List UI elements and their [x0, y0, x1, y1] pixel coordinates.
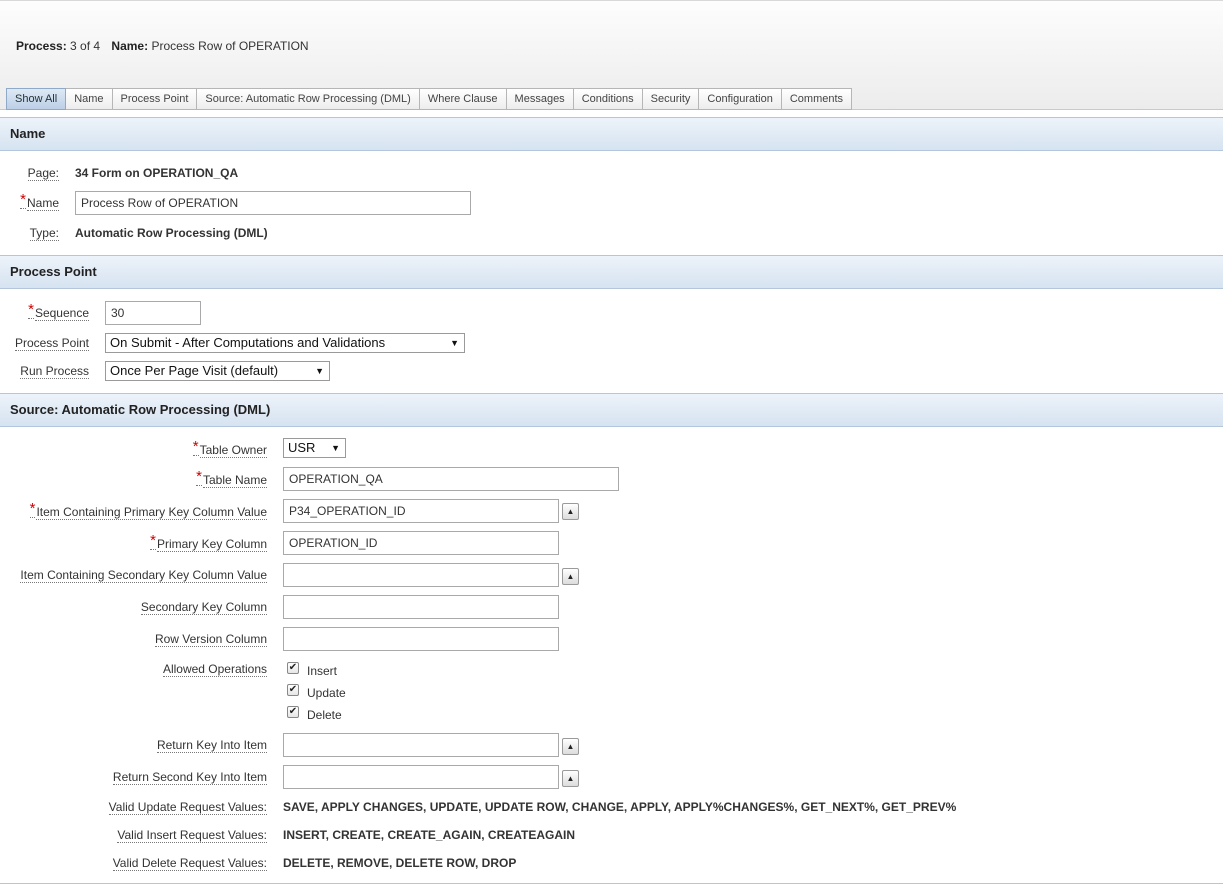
return-key-label: Return Key Into Item — [156, 738, 267, 753]
up-chevron-icon: ▲ — [566, 742, 575, 751]
valid-delete-value: DELETE, REMOVE, DELETE ROW, DROP — [283, 856, 517, 870]
top-area: Process: 3 of 4 Name: Process Row of OPE… — [0, 0, 1223, 110]
process-name-value: Process Row of OPERATION — [151, 39, 309, 53]
update-checkbox-label: Update — [307, 686, 346, 700]
tab-messages[interactable]: Messages — [506, 88, 574, 110]
run-process-label: Run Process — [20, 364, 89, 379]
update-checkbox[interactable]: ✔ — [287, 684, 299, 696]
name-input[interactable]: Process Row of OPERATION — [75, 191, 471, 215]
run-process-select[interactable]: Once Per Page Visit (default) ▼ — [105, 361, 330, 381]
table-name-input[interactable]: OPERATION_QA — [283, 467, 619, 491]
tab-show-all[interactable]: Show All — [6, 88, 67, 110]
type-value: Automatic Row Processing (DML) — [75, 226, 268, 240]
name-label: *Name — [20, 191, 59, 211]
type-label: Type: — [29, 226, 59, 241]
insert-checkbox[interactable]: ✔ — [287, 662, 299, 674]
valid-insert-label: Valid Insert Request Values: — [117, 828, 267, 843]
source-section-header: Source: Automatic Row Processing (DML) — [0, 393, 1223, 427]
up-chevron-icon: ▲ — [566, 572, 575, 581]
tab-source[interactable]: Source: Automatic Row Processing (DML) — [197, 88, 420, 110]
sk-item-input[interactable] — [283, 563, 559, 587]
process-point-label: Process Point — [14, 336, 89, 351]
return-key-popup-button[interactable]: ▲ — [562, 738, 579, 755]
required-asterisk-icon: * — [20, 191, 26, 209]
process-info: Process: 3 of 4 Name: Process Row of OPE… — [16, 39, 309, 53]
pk-item-popup-button[interactable]: ▲ — [562, 503, 579, 520]
tab-security[interactable]: Security — [642, 88, 700, 110]
row-version-label: Row Version Column — [154, 632, 267, 647]
return-second-key-label: Return Second Key Into Item — [112, 770, 267, 785]
tab-process-point[interactable]: Process Point — [112, 88, 198, 110]
sequence-input[interactable]: 30 — [105, 301, 201, 325]
check-icon: ✔ — [288, 662, 298, 673]
required-asterisk-icon: * — [150, 532, 156, 550]
table-owner-select[interactable]: USR ▼ — [283, 438, 346, 458]
return-second-key-popup-button[interactable]: ▲ — [562, 770, 579, 787]
sk-item-popup-button[interactable]: ▲ — [562, 568, 579, 585]
page-label: Page: — [27, 166, 59, 181]
up-chevron-icon: ▲ — [566, 507, 575, 516]
pk-column-input[interactable]: OPERATION_ID — [283, 531, 559, 555]
check-icon: ✔ — [288, 684, 298, 695]
triangle-down-icon: ▼ — [331, 443, 340, 453]
insert-checkbox-label: Insert — [307, 664, 338, 678]
tab-where-clause[interactable]: Where Clause — [419, 88, 507, 110]
name-section-header: Name — [0, 117, 1223, 151]
process-name-label: Name: — [111, 39, 149, 53]
allowed-operations-label: Allowed Operations — [162, 662, 267, 677]
delete-checkbox[interactable]: ✔ — [287, 706, 299, 718]
sk-column-input[interactable] — [283, 595, 559, 619]
return-key-input[interactable] — [283, 733, 559, 757]
up-chevron-icon: ▲ — [566, 774, 575, 783]
tab-conditions[interactable]: Conditions — [573, 88, 643, 110]
required-asterisk-icon: * — [196, 468, 202, 486]
bottom-divider — [0, 883, 1223, 884]
table-name-label: *Table Name — [196, 468, 267, 488]
sk-column-label: Secondary Key Column — [140, 600, 267, 615]
delete-checkbox-label: Delete — [307, 708, 342, 722]
table-owner-label: *Table Owner — [192, 438, 267, 458]
return-second-key-input[interactable] — [283, 765, 559, 789]
process-point-select-value: On Submit - After Computations and Valid… — [110, 335, 386, 350]
process-point-section-header: Process Point — [0, 255, 1223, 289]
tab-comments[interactable]: Comments — [781, 88, 853, 110]
required-asterisk-icon: * — [192, 438, 199, 456]
run-process-select-value: Once Per Page Visit (default) — [110, 363, 279, 378]
process-point-select[interactable]: On Submit - After Computations and Valid… — [105, 333, 465, 353]
pk-column-label: *Primary Key Column — [150, 532, 267, 552]
valid-update-label: Valid Update Request Values: — [108, 800, 267, 815]
process-label: Process: — [16, 39, 67, 53]
tab-name[interactable]: Name — [66, 88, 113, 110]
valid-update-value: SAVE, APPLY CHANGES, UPDATE, UPDATE ROW,… — [283, 800, 957, 814]
required-asterisk-icon: * — [28, 301, 34, 319]
check-icon: ✔ — [288, 706, 298, 717]
row-version-input[interactable] — [283, 627, 559, 651]
triangle-down-icon: ▼ — [450, 338, 459, 348]
pk-item-input[interactable]: P34_OPERATION_ID — [283, 499, 559, 523]
process-value: 3 of 4 — [70, 39, 101, 53]
page-value: 34 Form on OPERATION_QA — [75, 166, 239, 180]
valid-insert-value: INSERT, CREATE, CREATE_AGAIN, CREATEAGAI… — [283, 828, 576, 842]
required-asterisk-icon: * — [29, 500, 36, 518]
tab-configuration[interactable]: Configuration — [699, 88, 782, 110]
tab-bar: Show All Name Process Point Source: Auto… — [6, 88, 853, 110]
sequence-label: *Sequence — [28, 301, 89, 321]
valid-delete-label: Valid Delete Request Values: — [112, 856, 267, 871]
table-owner-select-value: USR — [288, 440, 316, 455]
sk-item-label: Item Containing Secondary Key Column Val… — [20, 568, 267, 583]
triangle-down-icon: ▼ — [315, 366, 324, 376]
pk-item-label: *Item Containing Primary Key Column Valu… — [29, 500, 267, 520]
